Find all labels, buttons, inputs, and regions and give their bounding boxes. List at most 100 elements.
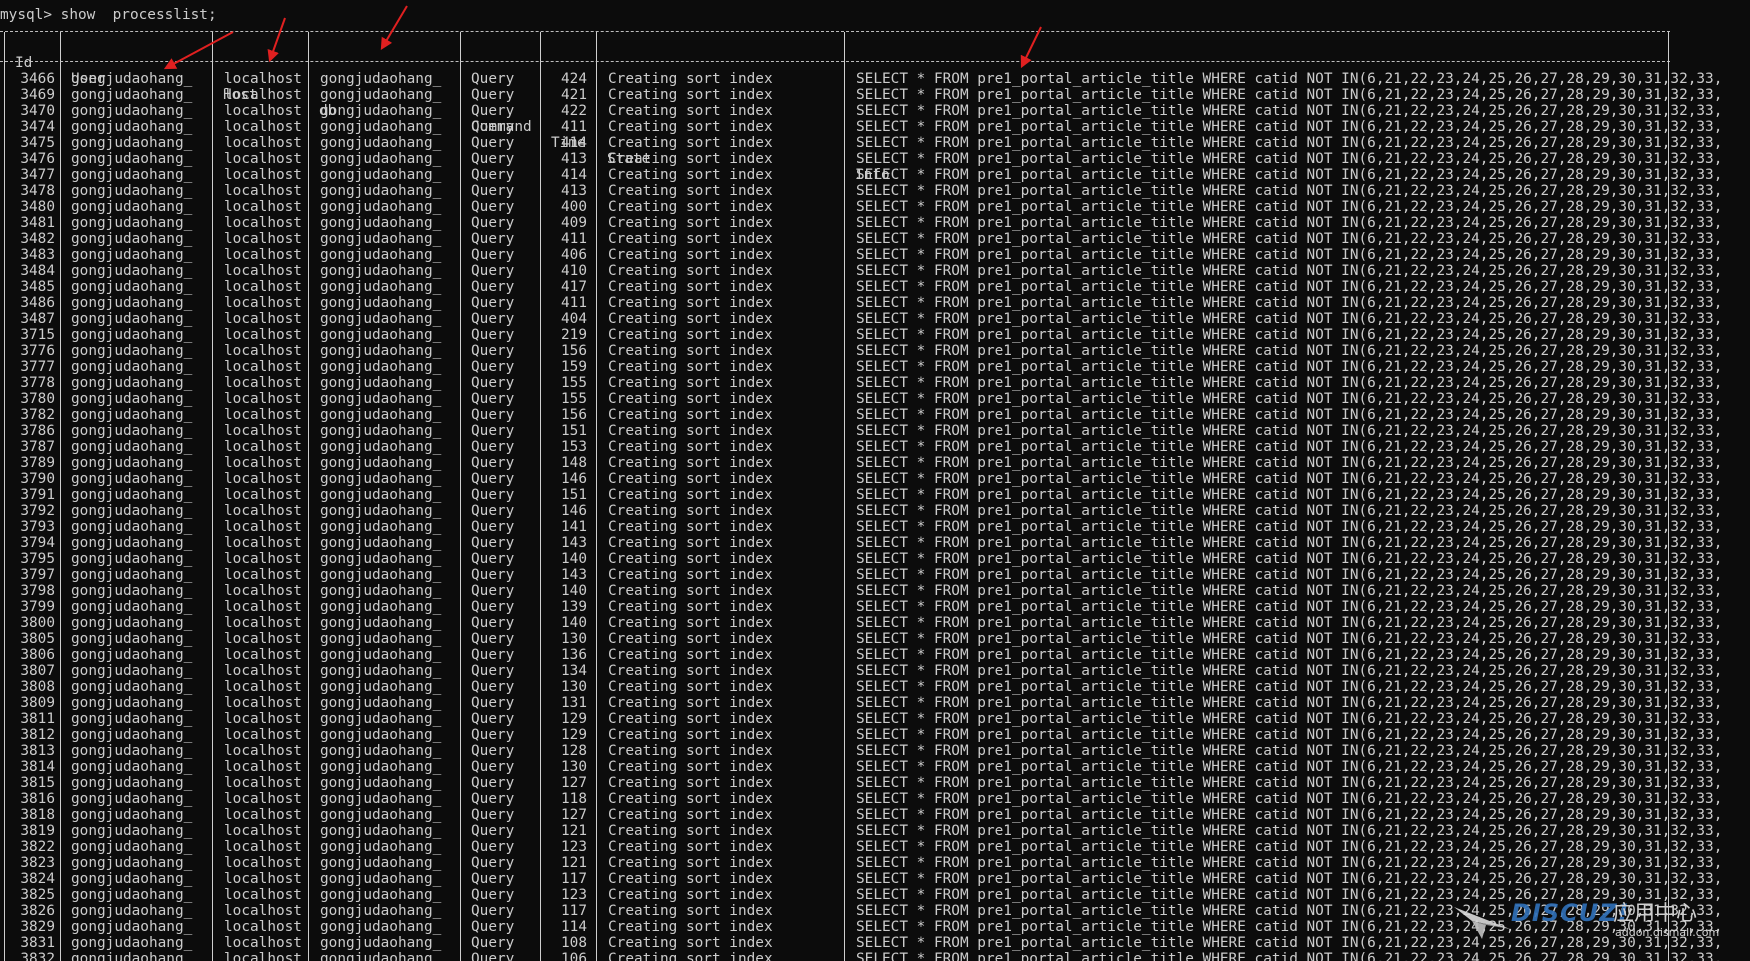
cell-time: 141: [561, 519, 587, 535]
cell-time: 153: [561, 439, 587, 455]
cell-time: 406: [561, 247, 587, 263]
cell-host: localhost: [224, 199, 302, 215]
cell-id: 3483: [20, 247, 55, 263]
cell-user: gongjudaohang_: [71, 215, 193, 231]
cell-id: 3799: [20, 599, 55, 615]
cell-info: SELECT * FROM pre1_portal_article_title …: [856, 823, 1723, 839]
cell-db: gongjudaohang_: [320, 103, 442, 119]
cell-time: 121: [561, 855, 587, 871]
cell-db: gongjudaohang_: [320, 135, 442, 151]
cell-time: 413: [561, 183, 587, 199]
cell-command: Query: [471, 695, 515, 711]
table-row: 3485 gongjudaohang_ localhost gongjudaohang…: [0, 279, 1750, 295]
cell-host: localhost: [224, 711, 302, 727]
table-row: 3478 gongjudaohang_ localhost gongjudaohang…: [0, 183, 1750, 199]
cell-state: Creating sort index: [608, 839, 773, 855]
cell-info: SELECT * FROM pre1_portal_article_title …: [856, 71, 1723, 87]
cell-time: 424: [561, 71, 587, 87]
cell-user: gongjudaohang_: [71, 87, 193, 103]
cell-state: Creating sort index: [608, 647, 773, 663]
cell-id: 3780: [20, 391, 55, 407]
table-row: 3812 gongjudaohang_ localhost gongjudaohang…: [0, 727, 1750, 743]
cell-info: SELECT * FROM pre1_portal_article_title …: [856, 183, 1723, 199]
cell-user: gongjudaohang_: [71, 583, 193, 599]
cell-user: gongjudaohang_: [71, 327, 193, 343]
cell-id: 3800: [20, 615, 55, 631]
table-row: 3793 gongjudaohang_ localhost gongjudaohang…: [0, 519, 1750, 535]
cell-time: 413: [561, 151, 587, 167]
cell-info: SELECT * FROM pre1_portal_article_title …: [856, 743, 1723, 759]
cell-command: Query: [471, 791, 515, 807]
cell-command: Query: [471, 503, 515, 519]
cell-command: Query: [471, 935, 515, 951]
cell-host: localhost: [224, 903, 302, 919]
cell-info: SELECT * FROM pre1_portal_article_title …: [856, 151, 1723, 167]
cell-state: Creating sort index: [608, 407, 773, 423]
cell-info: SELECT * FROM pre1_portal_article_title …: [856, 167, 1723, 183]
cell-time: 146: [561, 471, 587, 487]
cell-command: Query: [471, 567, 515, 583]
cell-db: gongjudaohang_: [320, 871, 442, 887]
cell-host: localhost: [224, 135, 302, 151]
cell-command: Query: [471, 919, 515, 935]
cell-state: Creating sort index: [608, 119, 773, 135]
cell-host: localhost: [224, 279, 302, 295]
terminal-window[interactable]: mysql> show processlist; Id User Host db…: [0, 0, 1750, 961]
cell-info: SELECT * FROM pre1_portal_article_title …: [856, 679, 1723, 695]
cell-host: localhost: [224, 407, 302, 423]
cell-time: 143: [561, 567, 587, 583]
cell-db: gongjudaohang_: [320, 615, 442, 631]
cell-state: Creating sort index: [608, 871, 773, 887]
table-row: 3481 gongjudaohang_ localhost gongjudaohang…: [0, 215, 1750, 231]
cell-time: 417: [561, 279, 587, 295]
cell-state: Creating sort index: [608, 823, 773, 839]
cell-info: SELECT * FROM pre1_portal_article_title …: [856, 231, 1723, 247]
cell-command: Query: [471, 151, 515, 167]
cell-db: gongjudaohang_: [320, 263, 442, 279]
cell-state: Creating sort index: [608, 439, 773, 455]
cell-info: SELECT * FROM pre1_portal_article_title …: [856, 551, 1723, 567]
cell-info: SELECT * FROM pre1_portal_article_title …: [856, 663, 1723, 679]
cell-db: gongjudaohang_: [320, 359, 442, 375]
cell-info: SELECT * FROM pre1_portal_article_title …: [856, 519, 1723, 535]
cell-info: SELECT * FROM pre1_portal_article_title …: [856, 695, 1723, 711]
cell-db: gongjudaohang_: [320, 839, 442, 855]
cell-id: 3829: [20, 919, 55, 935]
cell-command: Query: [471, 519, 515, 535]
cell-id: 3790: [20, 471, 55, 487]
cell-id: 3480: [20, 199, 55, 215]
cell-id: 3778: [20, 375, 55, 391]
cell-db: gongjudaohang_: [320, 423, 442, 439]
cell-db: gongjudaohang_: [320, 631, 442, 647]
cell-time: 117: [561, 903, 587, 919]
cell-db: gongjudaohang_: [320, 487, 442, 503]
cell-user: gongjudaohang_: [71, 647, 193, 663]
cell-db: gongjudaohang_: [320, 855, 442, 871]
cell-command: Query: [471, 871, 515, 887]
cell-command: Query: [471, 183, 515, 199]
cell-state: Creating sort index: [608, 151, 773, 167]
cell-user: gongjudaohang_: [71, 279, 193, 295]
cell-id: 3812: [20, 727, 55, 743]
cell-state: Creating sort index: [608, 87, 773, 103]
cell-info: SELECT * FROM pre1_portal_article_title …: [856, 103, 1723, 119]
cell-user: gongjudaohang_: [71, 759, 193, 775]
cell-state: Creating sort index: [608, 295, 773, 311]
cell-user: gongjudaohang_: [71, 887, 193, 903]
cell-id: 3469: [20, 87, 55, 103]
cell-user: gongjudaohang_: [71, 391, 193, 407]
cell-command: Query: [471, 359, 515, 375]
table-row: 3823 gongjudaohang_ localhost gongjudaohang…: [0, 855, 1750, 871]
cell-command: Query: [471, 295, 515, 311]
cell-id: 3715: [20, 327, 55, 343]
cell-user: gongjudaohang_: [71, 519, 193, 535]
cell-time: 114: [561, 919, 587, 935]
cell-time: 148: [561, 455, 587, 471]
cell-info: SELECT * FROM pre1_portal_article_title …: [856, 583, 1723, 599]
cell-db: gongjudaohang_: [320, 167, 442, 183]
cell-host: localhost: [224, 631, 302, 647]
cell-db: gongjudaohang_: [320, 759, 442, 775]
table-row: 3474 gongjudaohang_ localhost gongjudaohang…: [0, 119, 1750, 135]
cell-state: Creating sort index: [608, 663, 773, 679]
cell-time: 414: [561, 135, 587, 151]
